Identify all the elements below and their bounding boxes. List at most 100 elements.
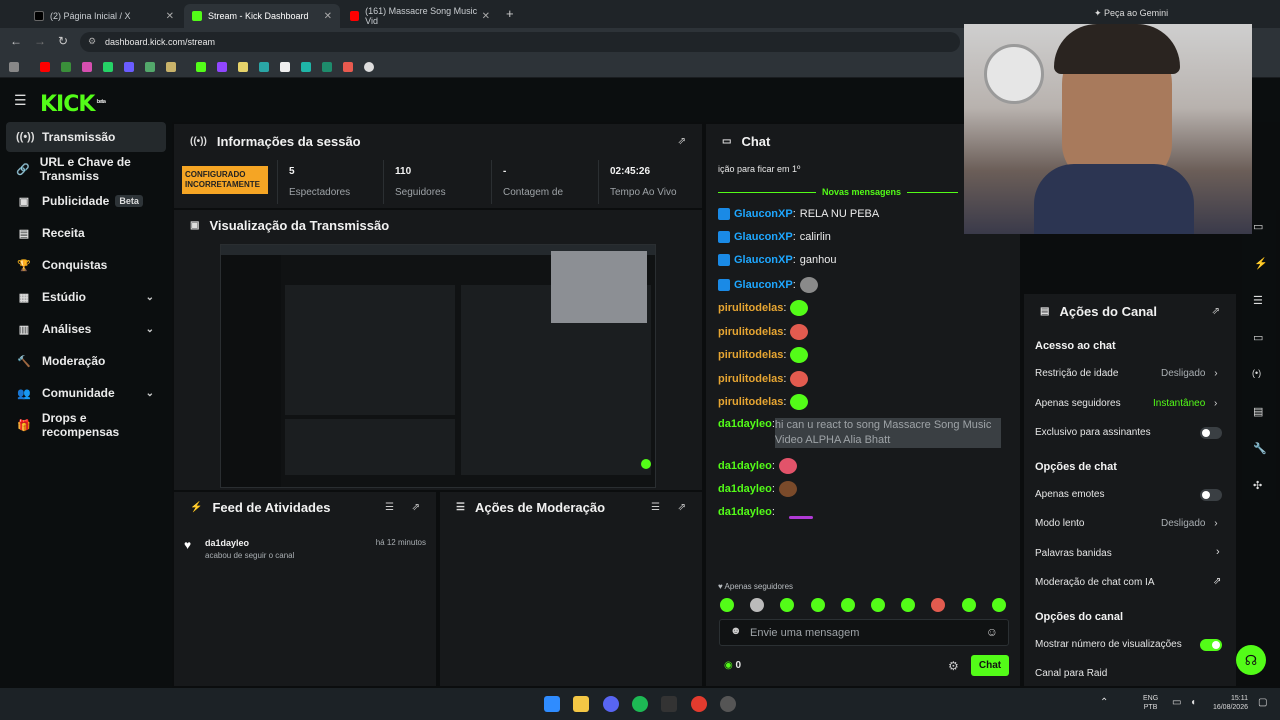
tray-chevron-icon[interactable]: ⌃ — [1100, 697, 1108, 708]
chat-username[interactable]: GlauconXP — [734, 254, 793, 266]
followers-only-row[interactable]: Apenas seguidores — [1035, 398, 1121, 409]
back-icon[interactable]: ← — [10, 34, 22, 48]
apps-icon[interactable] — [9, 62, 19, 72]
broadcast-icon[interactable]: (•) — [1252, 368, 1261, 378]
volume-icon[interactable]: ◖ — [1190, 697, 1196, 708]
sidebar-item-receita[interactable]: ▤ Receita — [6, 218, 166, 248]
emote-button[interactable] — [991, 598, 1006, 612]
popout-icon[interactable]: ⇗ — [678, 136, 686, 147]
help-button[interactable]: ☊ — [1236, 645, 1266, 675]
sidebar-item-url[interactable]: 🔗 URL e Chave de Transmiss — [6, 154, 166, 184]
chat-message[interactable]: da1dayleo: — [718, 481, 797, 497]
chrome-icon[interactable] — [691, 696, 707, 712]
bookmark-icon[interactable] — [124, 62, 134, 72]
discord-icon[interactable] — [603, 696, 619, 712]
twitch-icon[interactable] — [217, 62, 227, 72]
site-info-icon[interactable]: ⚙ — [88, 36, 96, 47]
chat-username[interactable]: GlauconXP — [734, 208, 793, 220]
app-icon[interactable] — [720, 696, 736, 712]
emote-button[interactable] — [901, 598, 916, 612]
emote-button[interactable] — [840, 598, 855, 612]
popout-icon[interactable]: ⇗ — [678, 502, 686, 513]
bookmark-icon[interactable] — [364, 62, 374, 72]
youtube-bookmark-icon[interactable] — [40, 62, 50, 72]
emoji-icon[interactable]: ☺ — [986, 625, 998, 639]
ai-moderation-row[interactable]: Moderação de chat com IA — [1035, 577, 1155, 588]
chat-username[interactable]: pirulitodelas — [718, 373, 783, 385]
slow-mode-row[interactable]: Modo lento — [1035, 518, 1084, 529]
chat-username[interactable]: da1dayleo — [718, 460, 772, 472]
emoji-badge-icon[interactable]: ☻ — [730, 625, 742, 637]
network-icon[interactable]: ▭ — [1172, 697, 1181, 708]
sidebar-item-publicidade[interactable]: ▣ Publicidade Beta — [6, 186, 166, 216]
filter-icon[interactable]: ☰ — [385, 502, 394, 513]
followers-only-value[interactable]: Instantâneo › — [1153, 398, 1217, 409]
kick-logo[interactable]: KICK beta — [40, 92, 106, 117]
external-link-icon[interactable]: ⇗ — [1213, 576, 1221, 587]
pinned-message[interactable]: ição para ficar em 1º — [718, 164, 800, 174]
chat-username[interactable]: da1dayleo — [718, 506, 772, 518]
sidebar-item-analises[interactable]: ▥ Análises ⌄ — [6, 314, 166, 344]
emotes-only-toggle[interactable] — [1200, 489, 1222, 501]
chevron-right-icon[interactable]: › — [1216, 546, 1220, 558]
emote-button[interactable] — [750, 598, 765, 612]
tab-youtube[interactable]: (161) Massacre Song Music Vid ✕ — [342, 4, 498, 28]
close-icon[interactable]: ✕ — [324, 11, 332, 22]
chat-message[interactable]: pirulitodelas: — [718, 324, 809, 340]
chat-message[interactable]: pirulitodelas: — [718, 300, 809, 316]
emote-button[interactable] — [961, 598, 976, 612]
sidebar-item-conquistas[interactable]: 🏆 Conquistas — [6, 250, 166, 280]
shield-icon[interactable]: ▤ — [1253, 405, 1263, 418]
apps-icon[interactable]: ✣ — [1253, 479, 1262, 492]
popout-icon[interactable]: ⇗ — [412, 502, 420, 513]
list-icon[interactable]: ☰ — [1253, 294, 1263, 307]
raid-channel-row[interactable]: Canal para Raid — [1035, 668, 1107, 679]
x-bookmark-icon[interactable] — [280, 62, 290, 72]
sidebar-item-moderacao[interactable]: 🔨 Moderação — [6, 346, 166, 376]
notifications-icon[interactable]: ▢ — [1258, 697, 1267, 708]
chat-message[interactable]: GlauconXP: — [718, 277, 818, 293]
bookmark-icon[interactable] — [259, 62, 269, 72]
panel-icon[interactable]: ▭ — [1253, 220, 1263, 233]
new-tab-icon[interactable]: + — [506, 6, 514, 21]
bookmark-icon[interactable] — [343, 62, 353, 72]
settings-icon[interactable]: ⚙ — [948, 659, 959, 673]
chat-username[interactable]: pirulitodelas — [718, 349, 783, 361]
chat-username[interactable]: pirulitodelas — [718, 396, 783, 408]
chat-username[interactable]: da1dayleo — [718, 483, 772, 495]
chat-message[interactable]: GlauconXP: ganhou — [718, 254, 836, 266]
file-explorer-icon[interactable] — [573, 696, 589, 712]
bolt-icon[interactable]: ⚡ — [1254, 257, 1268, 270]
chat-username[interactable]: pirulitodelas — [718, 326, 783, 338]
emote-button[interactable] — [780, 598, 795, 612]
show-views-toggle[interactable] — [1200, 639, 1222, 651]
emote-button[interactable] — [931, 598, 946, 612]
bookmark-icon[interactable] — [238, 62, 248, 72]
menu-icon[interactable]: ☰ — [14, 92, 27, 109]
chat-message[interactable]: da1dayleo: — [718, 504, 813, 519]
windows-start-icon[interactable] — [544, 696, 560, 712]
popout-icon[interactable]: ⇗ — [1212, 306, 1220, 317]
chat-input[interactable]: ☻ Envie uma mensagem ☺ — [719, 619, 1009, 646]
chat-message[interactable]: pirulitodelas: — [718, 371, 809, 387]
age-restriction-value[interactable]: Desligado › — [1161, 368, 1218, 379]
emote-button[interactable] — [871, 598, 885, 612]
chat-username[interactable]: da1dayleo — [718, 418, 772, 430]
audio-icon[interactable] — [661, 696, 677, 712]
close-icon[interactable]: ✕ — [482, 11, 490, 22]
banned-words-row[interactable]: Palavras banidas — [1035, 548, 1112, 559]
sidebar-item-estudio[interactable]: ▦ Estúdio ⌄ — [6, 282, 166, 312]
bookmark-icon[interactable] — [166, 62, 176, 72]
chat-message[interactable]: da1dayleo: hi can u react to song Massacr… — [718, 418, 1001, 448]
instagram-icon[interactable] — [82, 62, 92, 72]
subs-only-toggle[interactable] — [1200, 427, 1222, 439]
forward-icon[interactable]: → — [34, 34, 46, 48]
close-icon[interactable]: ✕ — [166, 11, 174, 22]
send-chat-button[interactable]: Chat — [971, 655, 1009, 676]
age-restriction-row[interactable]: Restrição de idade — [1035, 368, 1118, 379]
wrench-icon[interactable]: 🔧 — [1253, 442, 1267, 455]
sidebar-item-transmissao[interactable]: ((•)) Transmissão — [6, 122, 166, 152]
chat-icon[interactable]: ▭ — [1253, 331, 1263, 344]
sidebar-item-comunidade[interactable]: 👥 Comunidade ⌄ — [6, 378, 166, 408]
gemini-button[interactable]: ✦ Peça ao Gemini — [1094, 8, 1168, 19]
